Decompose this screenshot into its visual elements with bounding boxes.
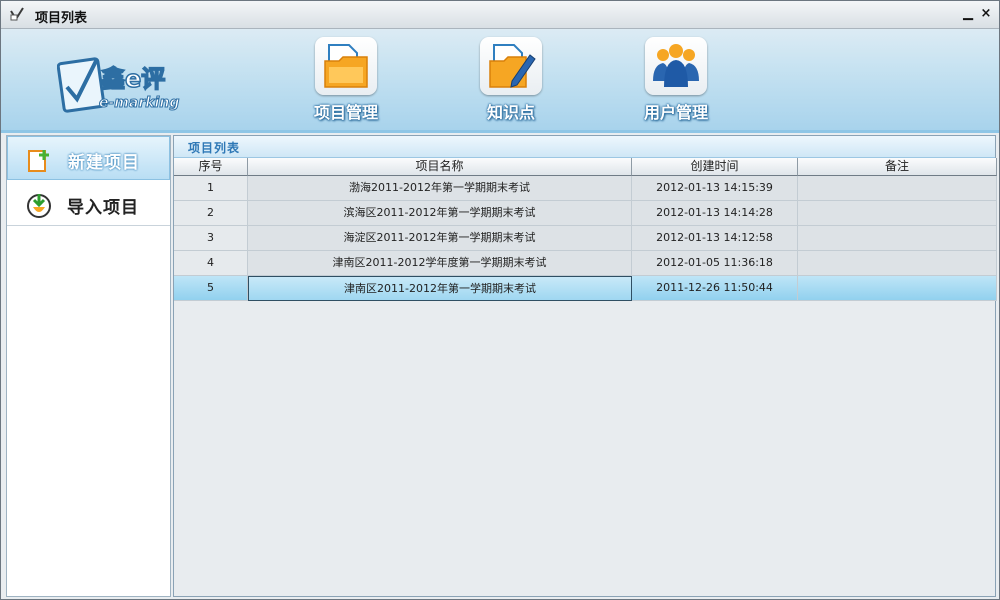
cell-name: 津南区2011-2012年第一学期期末考试	[248, 276, 632, 301]
cell-name: 津南区2011-2012学年度第一学期期末考试	[248, 251, 632, 276]
column-header-created[interactable]: 创建时间	[632, 158, 798, 176]
users-icon	[645, 37, 707, 95]
logo-sub-text: e-marking	[99, 95, 179, 111]
app-icon	[10, 7, 24, 21]
nav-user-management[interactable]: 用户管理	[628, 37, 724, 123]
table-row[interactable]: 4 津南区2011-2012学年度第一学期期末考试 2012-01-05 11:…	[174, 251, 997, 276]
cell-no: 3	[174, 226, 248, 251]
cell-created: 2012-01-05 11:36:18	[632, 251, 798, 276]
cell-created: 2012-01-13 14:12:58	[632, 226, 798, 251]
folder-pen-icon	[480, 37, 542, 95]
table-row[interactable]: 3 海淀区2011-2012年第一学期期末考试 2012-01-13 14:12…	[174, 226, 997, 251]
cell-note	[798, 201, 997, 226]
cell-no: 5	[174, 276, 248, 301]
cell-no: 1	[174, 176, 248, 201]
cell-note	[798, 276, 997, 301]
column-header-no[interactable]: 序号	[174, 158, 248, 176]
cell-note	[798, 176, 997, 201]
nav-knowledge-points[interactable]: 知识点	[463, 37, 559, 123]
table-row[interactable]: 1 渤海2011-2012年第一学期期末考试 2012-01-13 14:15:…	[174, 176, 997, 201]
sidebar: 新建项目 导入项目	[6, 135, 171, 597]
folder-doc-icon	[315, 37, 377, 95]
new-project-icon	[28, 150, 49, 172]
cell-note	[798, 251, 997, 276]
cell-no: 4	[174, 251, 248, 276]
nav-label: 知识点	[486, 103, 535, 122]
nav-label: 用户管理	[643, 103, 708, 122]
cell-created: 2012-01-13 14:14:28	[632, 201, 798, 226]
nav-label: 项目管理	[313, 103, 378, 122]
table-row[interactable]: 2 滨海区2011-2012年第一学期期末考试 2012-01-13 14:14…	[174, 201, 997, 226]
project-list-panel: 项目列表 序号 项目名称 创建时间 备注 1 渤海2011-2012年第一学期期…	[173, 135, 997, 597]
header-banner: 鑫e评 e-marking 项目管理 知识点 用户管理	[1, 29, 999, 133]
nav-project-management[interactable]: 项目管理	[298, 37, 394, 123]
sidebar-item-label: 新建项目	[68, 153, 140, 173]
panel-title: 项目列表	[188, 141, 241, 155]
new-project-button[interactable]: 新建项目	[7, 136, 170, 180]
title-bar: 项目列表 ▁ ×	[1, 1, 999, 29]
table-empty-area	[174, 301, 995, 596]
column-header-name[interactable]: 项目名称	[248, 158, 632, 176]
cell-name: 滨海区2011-2012年第一学期期末考试	[248, 201, 632, 226]
cell-note	[798, 226, 997, 251]
column-header-note[interactable]: 备注	[798, 158, 997, 176]
sidebar-item-label: 导入项目	[67, 198, 139, 218]
cell-name: 渤海2011-2012年第一学期期末考试	[248, 176, 632, 201]
table-header: 序号 项目名称 创建时间 备注	[174, 158, 997, 176]
cell-no: 2	[174, 201, 248, 226]
cell-created: 2011-12-26 11:50:44	[632, 276, 798, 301]
logo-main-text: 鑫e评	[101, 65, 165, 93]
window-title: 项目列表	[35, 11, 88, 26]
panel-title-bar: 项目列表	[174, 136, 995, 158]
cell-name: 海淀区2011-2012年第一学期期末考试	[248, 226, 632, 251]
table-row-selected[interactable]: 5 津南区2011-2012年第一学期期末考试 2011-12-26 11:50…	[174, 276, 997, 301]
minimize-button[interactable]: ▁	[961, 7, 975, 21]
logo: 鑫e评 e-marking	[57, 57, 180, 113]
app-window: 项目列表 ▁ × 鑫e评 e-marking 项目管理 知识点 用户管理 新建项…	[0, 0, 1000, 600]
close-button[interactable]: ×	[979, 7, 993, 21]
import-project-button[interactable]: 导入项目	[7, 182, 170, 226]
import-project-icon	[27, 194, 51, 218]
cell-created: 2012-01-13 14:15:39	[632, 176, 798, 201]
